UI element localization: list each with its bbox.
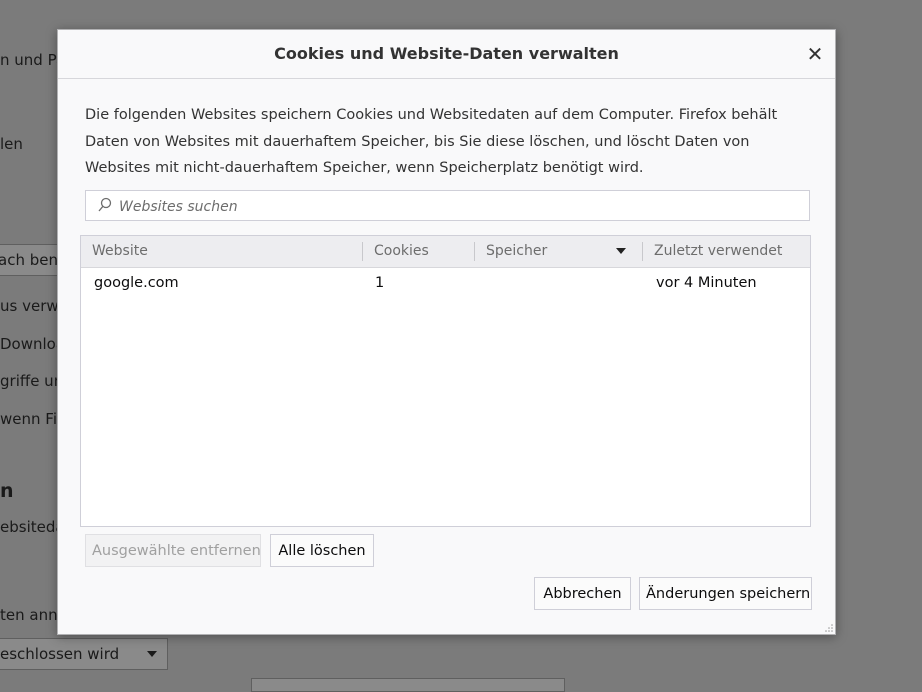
search-field[interactable] (85, 190, 810, 222)
column-divider[interactable] (362, 242, 363, 261)
remove-selected-button[interactable]: Ausgewählte entfernen (85, 534, 261, 567)
table-row[interactable]: google.com 1 vor 4 Minuten (81, 268, 810, 298)
column-divider[interactable] (642, 242, 643, 261)
bg-text: ebsiteda (0, 518, 65, 536)
cell-website: google.com (94, 275, 179, 291)
cancel-button[interactable]: Abbrechen (534, 577, 631, 610)
remove-all-button[interactable]: Alle löschen (270, 534, 374, 567)
cell-cookies: 1 (375, 275, 385, 291)
sort-descending-icon (616, 248, 626, 254)
cell-last-used: vor 4 Minuten (656, 275, 757, 291)
bg-text: Downloa (0, 335, 66, 353)
table-header: Website Cookies Speicher Zuletzt verwend… (81, 236, 810, 268)
bg-field (251, 678, 565, 692)
chevron-down-icon (147, 651, 157, 657)
column-header-last-used[interactable]: Zuletzt verwendet (654, 236, 782, 267)
column-header-cookies[interactable]: Cookies (374, 236, 429, 267)
column-divider[interactable] (474, 242, 475, 261)
sites-table: Website Cookies Speicher Zuletzt verwend… (80, 235, 811, 527)
bg-text: griffe un (0, 372, 64, 390)
bg-select-value: eschlossen wird (0, 645, 120, 663)
search-input[interactable] (117, 191, 801, 222)
column-header-storage[interactable]: Speicher (486, 236, 547, 267)
bg-text: len (0, 135, 23, 153)
dialog-header: Cookies und Website-Daten verwalten ✕ (58, 30, 835, 79)
column-header-website[interactable]: Website (92, 236, 148, 267)
search-icon (98, 197, 112, 212)
bg-text: wenn Fir (0, 410, 64, 428)
resize-grip-icon[interactable] (825, 624, 833, 632)
dialog-description: Die folgenden Websites speichern Cookies… (85, 107, 778, 176)
close-icon[interactable]: ✕ (803, 42, 827, 66)
bg-heading: n (0, 480, 14, 502)
cookies-dialog: Cookies und Website-Daten verwalten ✕ Di… (57, 29, 836, 635)
save-changes-button[interactable]: Änderungen speichern (639, 577, 812, 610)
bg-select: eschlossen wird (0, 638, 168, 670)
dialog-title: Cookies und Website-Daten verwalten (274, 44, 619, 63)
